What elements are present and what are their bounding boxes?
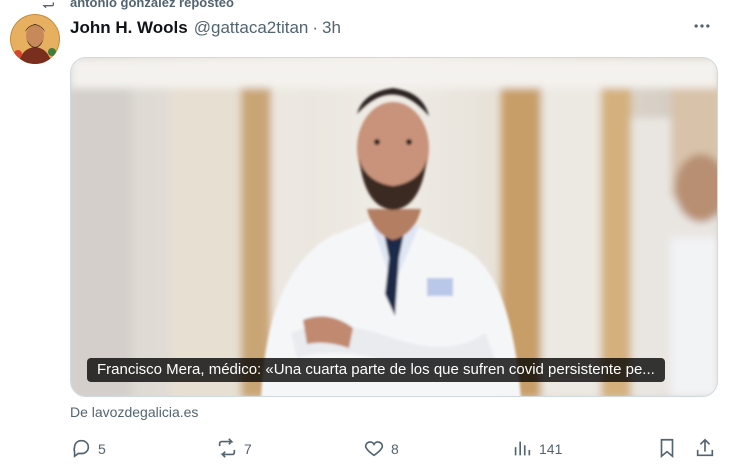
share-button[interactable] — [694, 436, 716, 462]
reply-count: 5 — [98, 441, 106, 457]
more-options-button[interactable] — [688, 16, 716, 40]
more-icon — [692, 16, 712, 41]
views-icon — [511, 437, 533, 462]
repost-context[interactable]: antonio gonzalez reposteó — [40, 0, 234, 12]
separator: · — [312, 18, 319, 37]
like-count: 8 — [391, 441, 399, 457]
bookmark-button[interactable] — [656, 436, 678, 462]
bookmark-icon — [656, 437, 678, 462]
card-image — [71, 58, 717, 396]
author-handle[interactable]: @gattaca2titan — [194, 18, 309, 38]
reply-icon — [70, 437, 92, 462]
share-icon — [694, 437, 716, 462]
reply-button[interactable]: 5 — [70, 436, 106, 462]
card-source[interactable]: De lavozdegalicia.es — [70, 404, 198, 420]
views-button[interactable]: 141 — [511, 436, 562, 462]
repost-count: 7 — [244, 441, 252, 457]
tweet-actions: 5 7 8 141 — [70, 436, 720, 462]
repost-label: antonio gonzalez reposteó — [70, 0, 234, 10]
author-name[interactable]: John H. Wools — [70, 18, 188, 38]
retweet-icon — [216, 437, 238, 462]
views-count: 141 — [539, 441, 563, 457]
like-button[interactable]: 8 — [363, 436, 399, 462]
timestamp[interactable]: 3h — [322, 18, 341, 38]
tweet-header: John H. Wools @gattaca2titan · 3h — [70, 16, 722, 40]
repost-icon — [40, 0, 56, 12]
repost-button[interactable]: 7 — [216, 436, 252, 462]
link-card[interactable]: Francisco Mera, médico: «Una cuarta part… — [70, 57, 718, 397]
avatar[interactable] — [10, 14, 60, 64]
heart-icon — [363, 437, 385, 462]
card-caption: Francisco Mera, médico: «Una cuarta part… — [87, 358, 665, 382]
